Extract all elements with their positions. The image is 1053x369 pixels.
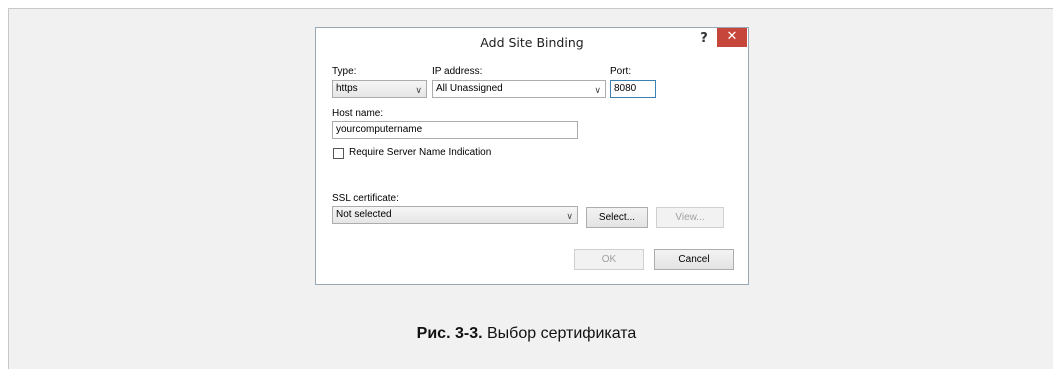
port-input[interactable]: 8080 xyxy=(610,80,656,98)
help-icon[interactable]: ? xyxy=(694,30,714,48)
ok-button[interactable]: OK xyxy=(574,249,644,270)
type-label: Type: xyxy=(332,66,357,77)
host-name-label: Host name: xyxy=(332,108,384,119)
caption-prefix: Рис. 3-3. xyxy=(416,325,483,342)
type-select-value: https xyxy=(336,83,358,94)
ip-address-select[interactable]: All Unassigned ∨ xyxy=(432,80,606,98)
caption-text: Выбор сертификата xyxy=(482,325,637,342)
figure-caption: Рис. 3-3. Выбор сертификата xyxy=(0,325,1053,343)
dialog-titlebar: Add Site Binding ? ✕ xyxy=(316,28,748,58)
ssl-certificate-select[interactable]: Not selected ∨ xyxy=(332,206,578,224)
cancel-button[interactable]: Cancel xyxy=(654,249,734,270)
chevron-down-icon: ∨ xyxy=(594,85,601,95)
select-button[interactable]: Select... xyxy=(586,207,648,228)
host-name-input[interactable]: yourcomputername xyxy=(332,121,578,139)
chevron-down-icon: ∨ xyxy=(566,211,573,221)
ssl-certificate-label: SSL certificate: xyxy=(332,193,399,204)
sni-checkbox[interactable] xyxy=(333,148,344,159)
port-label: Port: xyxy=(610,66,632,77)
type-select[interactable]: https ∨ xyxy=(332,80,427,98)
close-button[interactable]: ✕ xyxy=(717,28,747,47)
chevron-down-icon: ∨ xyxy=(415,85,422,95)
ip-address-value: All Unassigned xyxy=(436,83,503,94)
add-site-binding-dialog: Add Site Binding ? ✕ Type: https ∨ IP ad… xyxy=(315,27,749,285)
dialog-title: Add Site Binding xyxy=(480,35,584,50)
ip-address-label: IP address: xyxy=(432,66,483,77)
sni-label: Require Server Name Indication xyxy=(349,147,492,158)
view-button[interactable]: View... xyxy=(656,207,724,228)
ssl-certificate-value: Not selected xyxy=(336,209,392,220)
